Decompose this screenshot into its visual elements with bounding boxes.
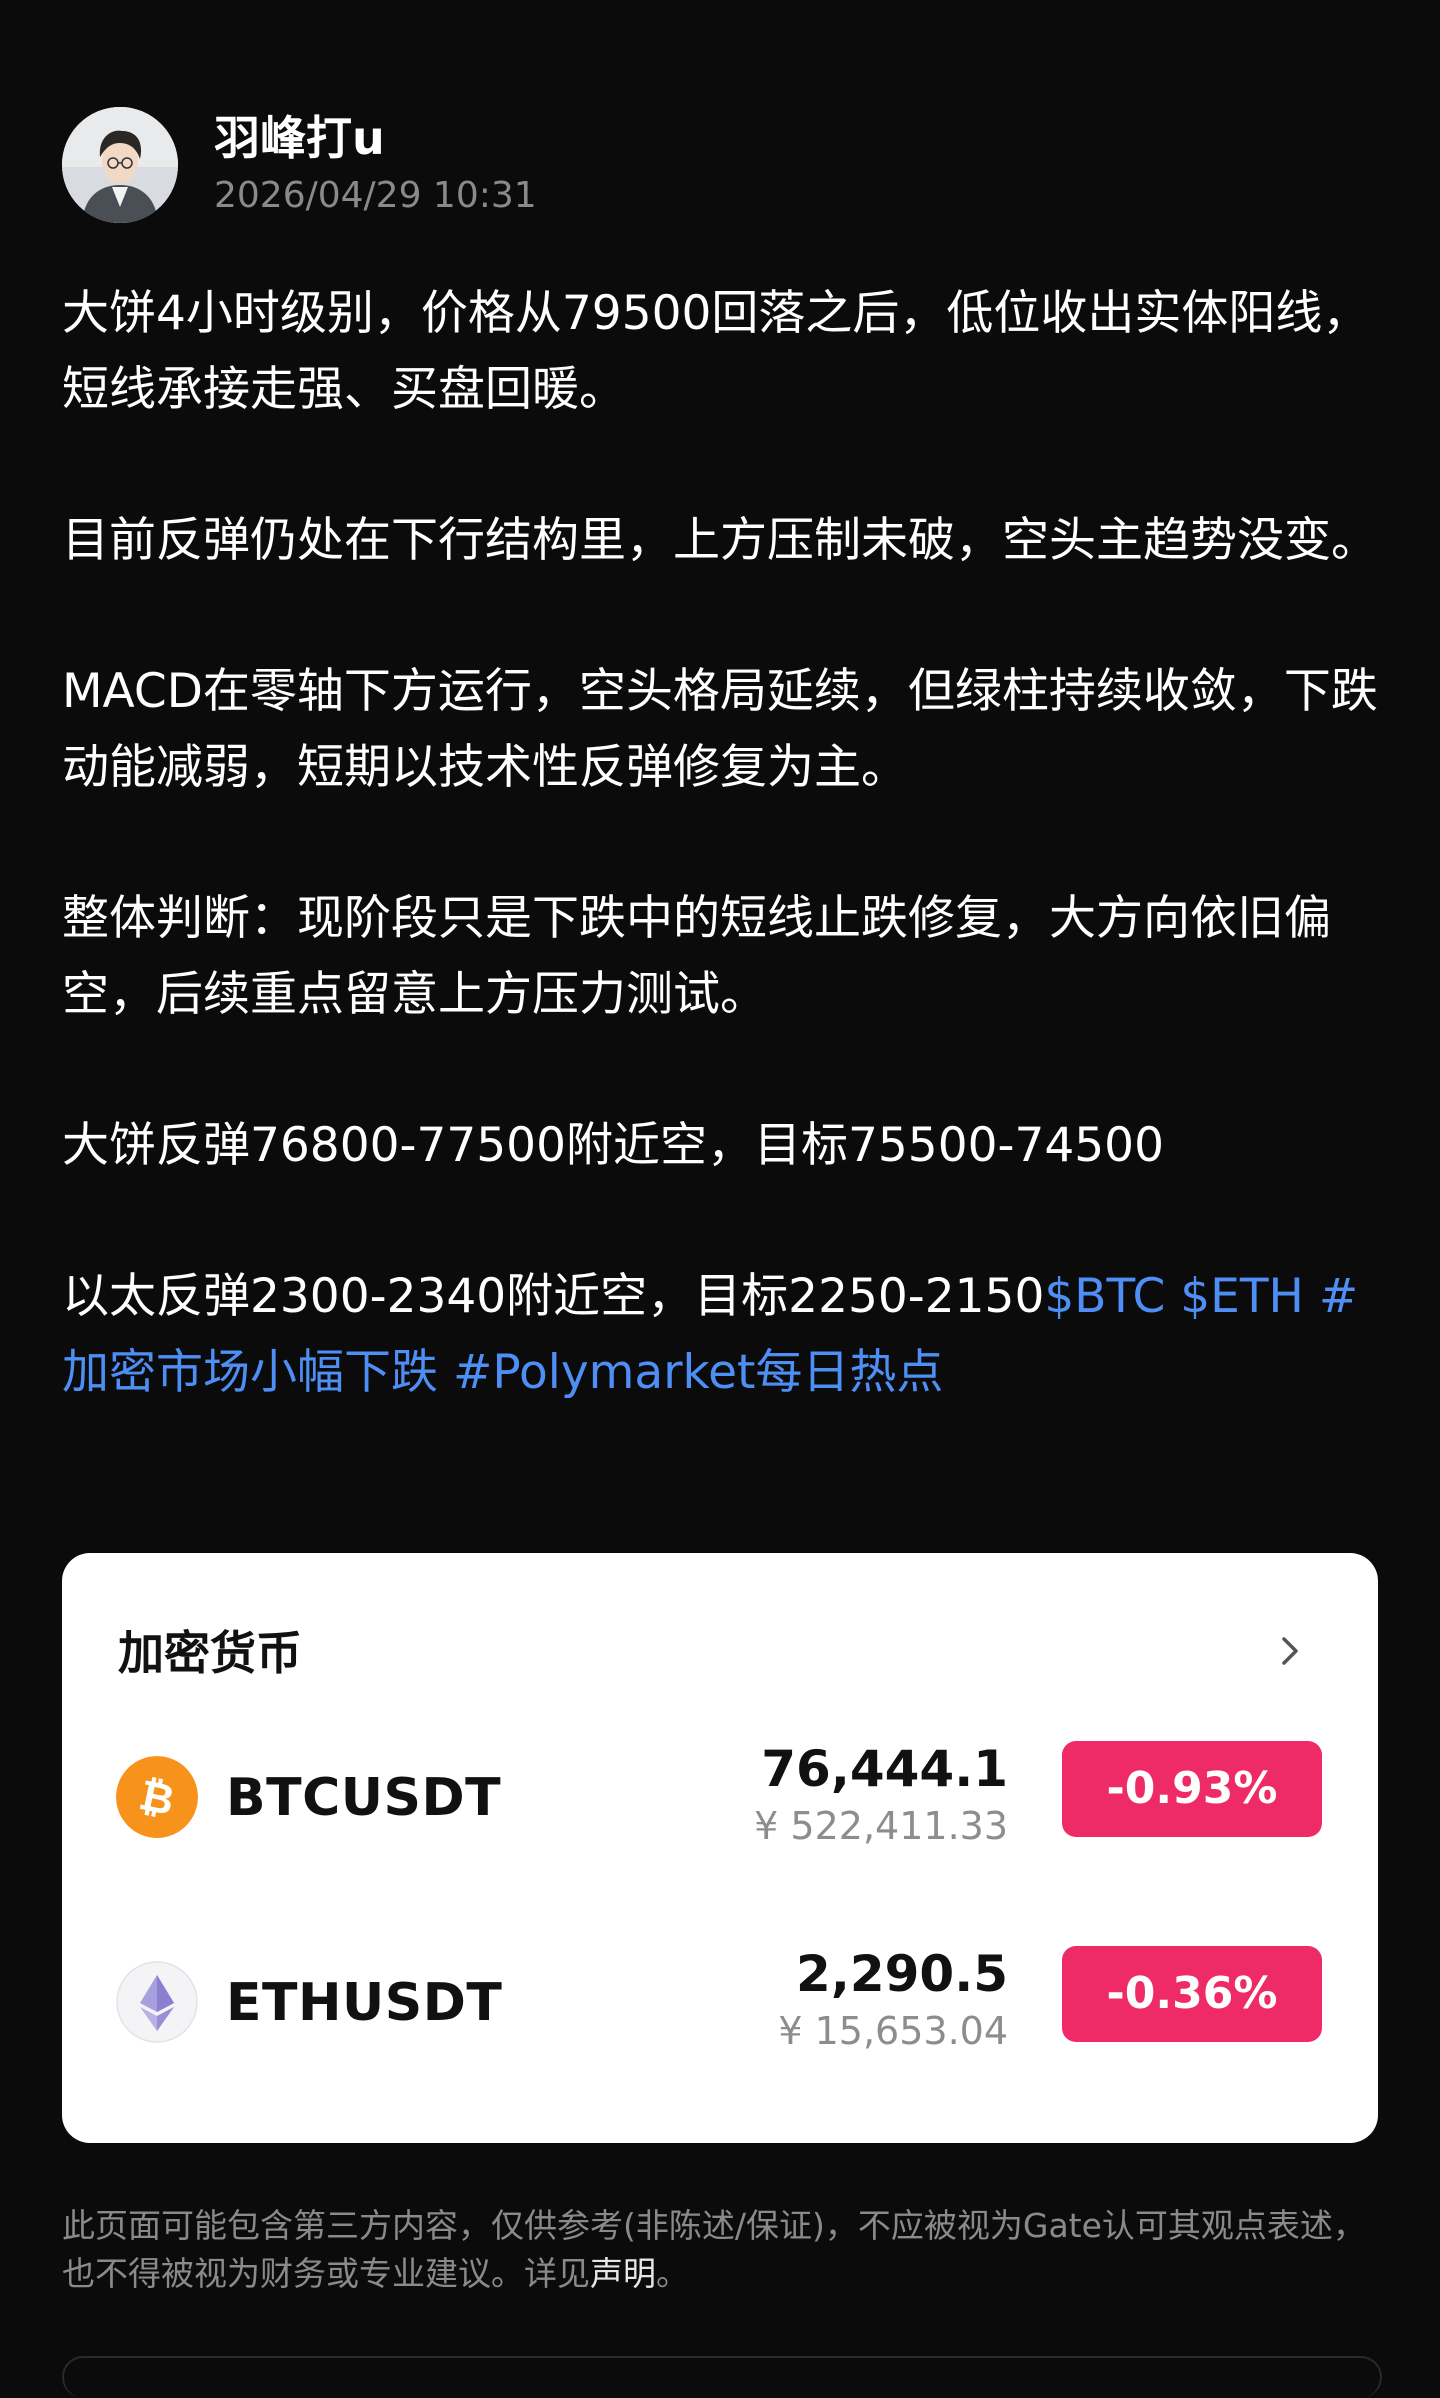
avatar[interactable] (62, 107, 178, 223)
ethereum-icon (116, 1961, 198, 2043)
coin-price-cny: ¥ 15,653.04 (778, 2009, 1008, 2053)
post-paragraph: 大饼4小时级别，价格从79500回落之后，低位收出实体阳线，短线承接走强、买盘回… (62, 286, 1370, 417)
post-paragraph: 大饼反弹76800-77500附近空，目标75500-74500 (62, 1118, 1164, 1173)
eth-cashtag-link[interactable]: $ETH (1180, 1269, 1304, 1324)
coin-price: 76,444.1 (761, 1740, 1008, 1798)
chevron-right-icon[interactable] (1268, 1629, 1312, 1673)
crypto-market-card[interactable]: 加密货币 ₿ BTCUSDT 76,444.1 ¥ 522,411.33 -0.… (62, 1553, 1378, 2143)
post-paragraph: MACD在零轴下方运行，空头格局延续，但绿柱持续收敛，下跌动能减弱，短期以技术性… (62, 664, 1378, 795)
disclaimer-end: 。 (656, 2254, 689, 2293)
coin-symbol: BTCUSDT (226, 1768, 502, 1828)
post-timestamp: 2026/04/29 10:31 (214, 175, 537, 216)
card-title: 加密货币 (118, 1626, 302, 1680)
post-paragraph-text: 以太反弹2300-2340附近空，目标2250-2150 (62, 1269, 1045, 1324)
coin-row-eth[interactable]: ETHUSDT 2,290.5 ¥ 15,653.04 -0.36% (62, 1943, 1378, 2063)
coin-price-cny: ¥ 522,411.33 (754, 1804, 1008, 1848)
post-paragraph: 整体判断：现阶段只是下跌中的短线止跌修复，大方向依旧偏空，后续重点留意上方压力测… (62, 891, 1331, 1022)
bitcoin-icon: ₿ (116, 1756, 198, 1838)
author-name[interactable]: 羽峰打u (214, 110, 537, 166)
price-change-badge[interactable]: -0.93% (1062, 1741, 1322, 1837)
price-change-badge[interactable]: -0.36% (1062, 1946, 1322, 2042)
post-author[interactable]: 羽峰打u 2026/04/29 10:31 (62, 106, 537, 224)
disclaimer-text: 此页面可能包含第三方内容，仅供参考(非陈述/保证)，不应被视为Gate认可其观点… (62, 2206, 1366, 2293)
disclaimer: 此页面可能包含第三方内容，仅供参考(非陈述/保证)，不应被视为Gate认可其观点… (62, 2202, 1382, 2298)
topic-tag-link[interactable]: #Polymarket每日热点 (453, 1345, 943, 1400)
post-paragraph: 目前反弹仍处在下行结构里，上方压制未破，空头主趋势没变。 (62, 513, 1378, 568)
post-paragraph-with-tags: 以太反弹2300-2340附近空，目标2250-2150$BTC $ETH #加… (62, 1259, 1382, 1411)
bottom-panel-edge (62, 2356, 1382, 2398)
statement-link[interactable]: 声明 (590, 2254, 656, 2293)
btc-cashtag-link[interactable]: $BTC (1044, 1269, 1165, 1324)
coin-row-btc[interactable]: ₿ BTCUSDT 76,444.1 ¥ 522,411.33 -0.93% (62, 1738, 1378, 1858)
coin-price: 2,290.5 (796, 1945, 1008, 2003)
coin-symbol: ETHUSDT (226, 1973, 503, 2033)
post-content: 大饼4小时级别，价格从79500回落之后，低位收出实体阳线，短线承接走强、买盘回… (62, 276, 1382, 1411)
